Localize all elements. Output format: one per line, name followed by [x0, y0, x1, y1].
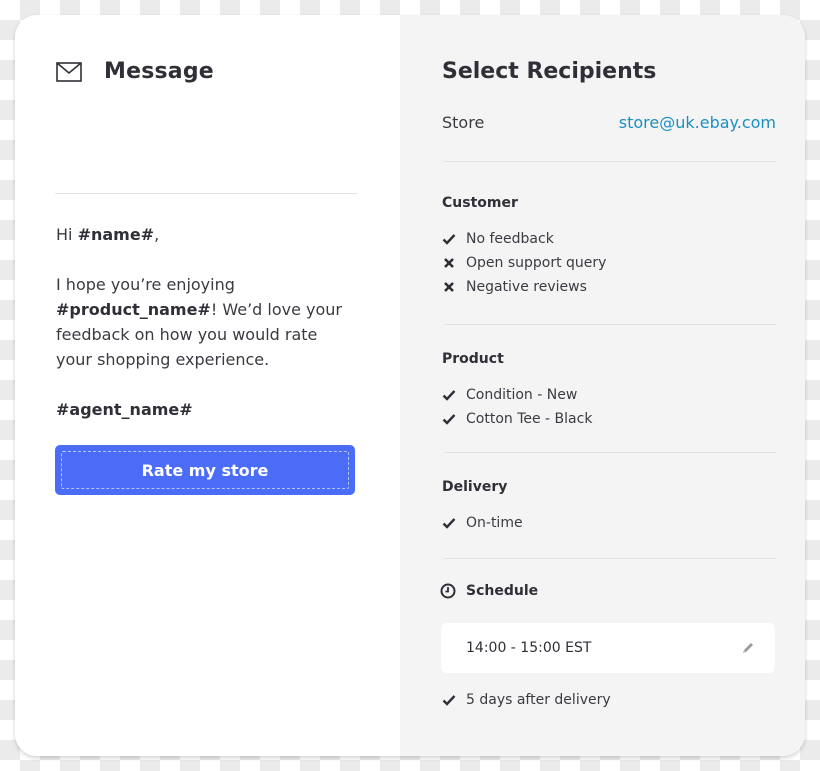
message-panel: Message Hi #name#, I hope you’re enjoyin… [15, 15, 400, 756]
pencil-icon[interactable] [741, 641, 755, 655]
clock-icon [440, 583, 456, 599]
check-icon [442, 518, 456, 529]
message-title: Message [104, 59, 214, 84]
store-row: Store store@uk.ebay.com [442, 113, 776, 132]
greeting-text: Hi [56, 225, 78, 244]
cross-icon [444, 282, 454, 292]
greeting: Hi #name#, [56, 222, 356, 247]
name-variable: #name# [77, 225, 155, 244]
criterion-item[interactable]: On-time [442, 511, 523, 535]
rate-my-store-button[interactable]: Rate my store [55, 445, 355, 495]
divider [444, 558, 776, 559]
product-criteria-list: Condition - New Cotton Tee - Black [442, 383, 592, 431]
divider [444, 324, 776, 325]
customer-criteria-list: No feedback Open support query Negative … [442, 227, 606, 299]
criterion-item[interactable]: No feedback [442, 227, 606, 251]
schedule-time-field[interactable]: 14:00 - 15:00 EST [441, 623, 775, 673]
recipients-title: Select Recipients [442, 59, 657, 84]
message-header: Message [56, 59, 214, 84]
criterion-label: Cotton Tee - Black [466, 411, 593, 427]
body-text: I hope you’re enjoying [56, 275, 235, 294]
store-label: Store [442, 113, 485, 132]
schedule-header: Schedule [440, 583, 538, 599]
criterion-item[interactable]: Open support query [442, 251, 606, 275]
divider [444, 161, 776, 162]
check-icon [442, 234, 456, 245]
schedule-criteria-list: 5 days after delivery [442, 688, 611, 712]
check-icon [442, 390, 456, 401]
section-title-product: Product [442, 351, 504, 367]
criterion-label: Condition - New [466, 387, 578, 403]
product-name-variable: #product_name# [56, 300, 211, 319]
mail-icon [56, 61, 82, 82]
criterion-label: On-time [466, 515, 523, 531]
divider [55, 193, 357, 194]
signature: #agent_name# [56, 397, 356, 422]
agent-name-variable: #agent_name# [56, 400, 193, 419]
rate-my-store-label: Rate my store [61, 451, 349, 489]
message-body: Hi #name#, I hope you’re enjoying #produ… [56, 222, 356, 447]
criterion-item[interactable]: 5 days after delivery [442, 688, 611, 712]
check-icon [442, 414, 456, 425]
schedule-time-value: 14:00 - 15:00 EST [466, 640, 592, 656]
cross-icon [444, 258, 454, 268]
criterion-label: No feedback [466, 231, 554, 247]
criterion-label: Negative reviews [466, 279, 587, 295]
section-title-delivery: Delivery [442, 479, 508, 495]
delivery-criteria-list: On-time [442, 511, 523, 535]
criterion-label: 5 days after delivery [466, 692, 611, 708]
check-icon [442, 695, 456, 706]
recipients-panel: Select Recipients Store store@uk.ebay.co… [400, 15, 805, 756]
schedule-title: Schedule [466, 583, 539, 599]
store-email-link[interactable]: store@uk.ebay.com [619, 113, 776, 132]
section-title-customer: Customer [442, 195, 518, 211]
divider [444, 452, 776, 453]
criterion-item[interactable]: Cotton Tee - Black [442, 407, 592, 431]
body-paragraph: I hope you’re enjoying #product_name#! W… [56, 272, 356, 372]
message-card: Message Hi #name#, I hope you’re enjoyin… [15, 15, 805, 756]
criterion-item[interactable]: Condition - New [442, 383, 592, 407]
criterion-label: Open support query [466, 255, 607, 271]
greeting-suffix: , [154, 225, 160, 244]
criterion-item[interactable]: Negative reviews [442, 275, 606, 299]
